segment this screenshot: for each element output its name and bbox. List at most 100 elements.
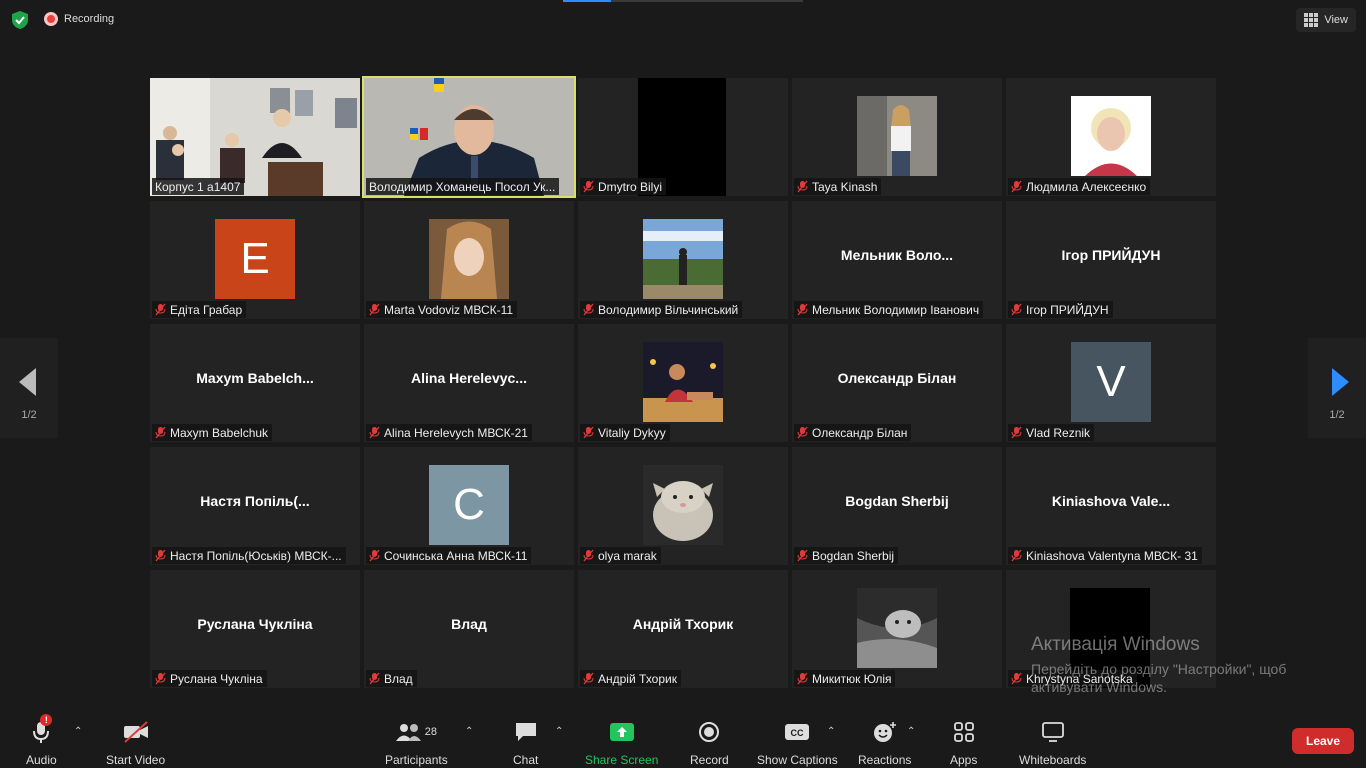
participant-display-name: Настя Попіль(... xyxy=(200,493,310,509)
microphone-muted-icon xyxy=(369,549,380,562)
reactions-label: Reactions xyxy=(858,753,912,767)
participant-tile[interactable]: Влад Влад xyxy=(364,570,574,688)
participant-name: Володимир Хоманець Посол Ук... xyxy=(366,178,560,195)
participant-tile[interactable]: Володимир Вільчинський xyxy=(578,201,788,319)
watermark-title: Активація Windows xyxy=(1031,634,1200,655)
participant-tile[interactable]: Vitaliy Dykyy xyxy=(578,324,788,442)
participant-name: Сочинська Анна МВСК-11 xyxy=(366,547,532,564)
participant-tile[interactable]: Bogdan Sherbij Bogdan Sherbij xyxy=(792,447,1002,565)
participant-tile[interactable]: Корпус 1 а1407 xyxy=(150,78,360,196)
reactions-button[interactable]: Reactions xyxy=(858,720,911,767)
participant-name: Руслана Чукліна xyxy=(152,670,267,687)
leave-button[interactable]: Leave xyxy=(1292,728,1354,754)
participant-name: Микитюк Юлія xyxy=(794,670,896,687)
participant-tile[interactable]: Мельник Воло... Мельник Володимир Іванов… xyxy=(792,201,1002,319)
participant-tile[interactable]: olya marak xyxy=(578,447,788,565)
start-video-button[interactable]: Start Video xyxy=(106,720,165,767)
watermark-subtitle: Перейдіть до розділу "Настройки", щоб ак… xyxy=(1031,661,1287,695)
previous-page-button[interactable]: 1/2 xyxy=(0,338,58,438)
participant-tile[interactable]: Олександр Білан Олександр Білан xyxy=(792,324,1002,442)
security-shield-icon[interactable] xyxy=(10,10,30,30)
participants-options-caret[interactable]: ⌃ xyxy=(465,726,473,737)
show-captions-button[interactable]: CC Show Captions xyxy=(757,720,838,767)
audio-options-caret[interactable]: ⌃ xyxy=(74,726,82,737)
participant-display-name: Alina Herelevyc... xyxy=(411,370,527,386)
record-icon xyxy=(699,722,720,742)
apps-label: Apps xyxy=(950,753,978,767)
video-off-icon xyxy=(123,721,148,743)
start-video-label: Start Video xyxy=(106,753,166,767)
whiteboard-icon xyxy=(1041,722,1064,742)
participant-tile[interactable]: Marta Vodoviz МВСК-11 xyxy=(364,201,574,319)
record-button[interactable]: Record xyxy=(690,720,729,767)
reactions-emoji-icon xyxy=(873,722,896,742)
audio-button[interactable]: ! Audio xyxy=(26,714,57,767)
participant-tile[interactable]: Настя Попіль(... Настя Попіль(Юськів) МВ… xyxy=(150,447,360,565)
record-label: Record xyxy=(690,753,729,767)
participant-name: Андрій Тхорик xyxy=(580,670,681,687)
participant-tile[interactable]: Kiniashova Vale... Kiniashova Valentyna … xyxy=(1006,447,1216,565)
participant-tile-active-speaker[interactable]: Володимир Хоманець Посол Ук... xyxy=(362,76,576,198)
participant-tile[interactable]: Dmytro Bilyi xyxy=(578,78,788,196)
microphone-muted-icon xyxy=(583,549,594,562)
microphone-muted-icon xyxy=(797,303,808,316)
microphone-muted-icon xyxy=(1011,672,1022,685)
microphone-muted-icon xyxy=(1011,303,1022,316)
participant-tile[interactable]: Людмила Алексеєнко xyxy=(1006,78,1216,196)
microphone-muted-icon xyxy=(369,303,380,316)
grid-view-icon xyxy=(1304,13,1319,27)
microphone-muted-icon xyxy=(797,672,808,685)
participant-tile[interactable]: Alina Herelevyc... Alina Herelevych МВСК… xyxy=(364,324,574,442)
participants-button[interactable]: 28 Participants xyxy=(385,720,448,767)
recording-indicator[interactable]: Recording xyxy=(44,12,114,26)
participant-tile[interactable]: Андрій Тхорик Андрій Тхорик xyxy=(578,570,788,688)
participant-tile[interactable]: C Сочинська Анна МВСК-11 xyxy=(364,447,574,565)
chat-button[interactable]: Chat xyxy=(513,720,538,767)
share-screen-icon xyxy=(609,723,634,741)
participant-name: Едіта Грабар xyxy=(152,301,247,318)
microphone-muted-icon xyxy=(369,672,380,685)
reactions-options-caret[interactable]: ⌃ xyxy=(907,726,915,737)
participants-count: 28 xyxy=(424,726,437,738)
next-page-button[interactable]: 1/2 xyxy=(1308,338,1366,438)
chat-label: Chat xyxy=(513,753,539,767)
participant-name: Kiniashova Valentyna МВСК- 31 xyxy=(1008,547,1202,564)
participant-display-name: Андрій Тхорик xyxy=(632,616,734,632)
chat-icon xyxy=(515,723,536,741)
closed-captions-icon: CC xyxy=(785,724,810,740)
chat-options-caret[interactable]: ⌃ xyxy=(555,726,563,737)
microphone-muted-icon xyxy=(155,426,166,439)
participant-tile[interactable]: V Vlad Reznik xyxy=(1006,324,1216,442)
profile-photo xyxy=(429,219,509,299)
participant-name: olya marak xyxy=(580,547,661,564)
participant-display-name: Влад xyxy=(451,616,487,632)
windows-activation-watermark: Активація Windows Перейдіть до розділу "… xyxy=(1031,634,1331,696)
whiteboards-button[interactable]: Whiteboards xyxy=(1019,720,1086,767)
participant-tile[interactable]: Taya Kinash xyxy=(792,78,1002,196)
cc-text: CC xyxy=(791,728,804,738)
participant-tile[interactable]: Ігор ПРИЙДУН Ігор ПРИЙДУН xyxy=(1006,201,1216,319)
participant-tile[interactable]: Руслана Чукліна Руслана Чукліна xyxy=(150,570,360,688)
view-label: View xyxy=(1324,14,1348,26)
microphone-muted-icon xyxy=(583,672,594,685)
top-bar: Recording View xyxy=(0,0,1366,40)
participant-name: Marta Vodoviz МВСК-11 xyxy=(366,301,518,318)
view-button[interactable]: View xyxy=(1296,8,1356,32)
profile-photo xyxy=(1071,96,1151,176)
microphone-muted-icon xyxy=(583,426,594,439)
apps-button[interactable]: Apps xyxy=(950,720,977,767)
captions-options-caret[interactable]: ⌃ xyxy=(827,726,835,737)
microphone-muted-icon xyxy=(369,426,380,439)
arrow-left-icon xyxy=(19,368,36,396)
microphone-muted-icon xyxy=(1011,426,1022,439)
participant-display-name: Мельник Воло... xyxy=(840,247,954,263)
participant-tile[interactable]: E Едіта Грабар xyxy=(150,201,360,319)
participant-tile[interactable]: Maxym Babelch... Maxym Babelchuk xyxy=(150,324,360,442)
share-screen-button[interactable]: Share Screen xyxy=(585,720,658,767)
top-drag-bar[interactable] xyxy=(563,0,803,2)
participant-name: Мельник Володимир Іванович xyxy=(794,301,984,318)
participant-name: Настя Попіль(Юськів) МВСК-... xyxy=(152,547,346,564)
participant-tile[interactable]: Микитюк Юлія xyxy=(792,570,1002,688)
gallery-grid: Корпус 1 а1407 Володимир Хоманець Посол … xyxy=(150,76,1216,690)
participant-name: Олександр Білан xyxy=(794,424,912,441)
